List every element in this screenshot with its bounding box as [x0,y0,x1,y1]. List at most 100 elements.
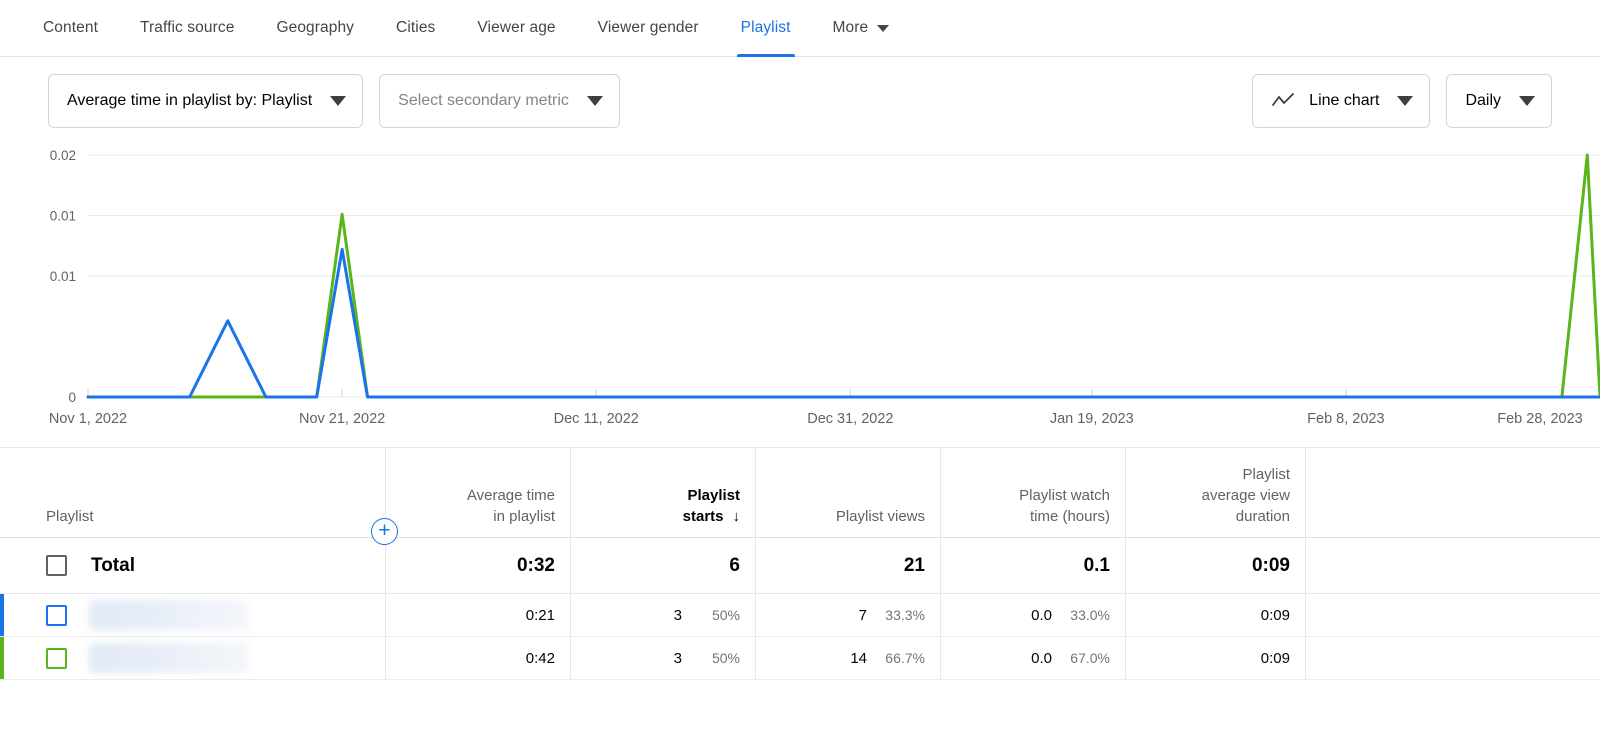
interval-dropdown[interactable]: Daily [1446,74,1552,128]
tab-label: Traffic source [140,19,234,37]
value: 6 [729,555,740,577]
percent: 33.3% [867,607,925,623]
chevron-down-icon [587,96,603,106]
row-watch-time: 0.0 33.0% [940,594,1125,636]
percent: 33.0% [1052,607,1110,623]
percent: 66.7% [867,650,925,666]
line-chart-icon [1271,92,1295,110]
row-watch-time: 0.0 67.0% [940,637,1125,679]
total-average-time: 0:32 [385,538,570,593]
tab-label: Geography [276,19,354,37]
tab-content[interactable]: Content [22,0,119,56]
row-color-bar [0,594,4,636]
row-checkbox[interactable] [46,605,67,626]
total-name-cell: Total [0,538,385,593]
y-axis-tick: 0 [68,390,76,405]
x-axis-tick: Dec 31, 2022 [807,411,893,427]
chart-svg: 0.02 0.01 0.01 0 Nov 1, 2022 Nov 21, 2022 Dec … [0,145,1600,447]
tab-label: Cities [396,19,435,37]
header-cell-empty [1305,448,1600,537]
x-axis-tick: Jan 19, 2023 [1050,411,1134,427]
percent: 67.0% [1052,650,1110,666]
tab-geography[interactable]: Geography [255,0,375,56]
chevron-down-icon [877,25,889,32]
total-empty-cell [1305,538,1600,593]
value: 0.0 [1031,607,1052,624]
table-row[interactable]: 0:21 3 50% 7 33.3% 0.0 33.0% 0:09 [0,594,1600,637]
x-axis-tick: Dec 11, 2022 [554,411,639,427]
header-cell-playlist-views[interactable]: Playlist views [755,448,940,537]
analytics-line-chart[interactable]: 0.02 0.01 0.01 0 Nov 1, 2022 Nov 21, 2022 Dec … [0,145,1600,447]
header-cell-avg-view-duration[interactable]: Playlist average view duration [1125,448,1305,537]
total-checkbox[interactable] [46,555,67,576]
chevron-down-icon [330,96,346,106]
header-label-line2: average view [1202,485,1290,506]
y-axis-tick: 0.02 [50,148,76,163]
tab-playlist[interactable]: Playlist [720,0,812,56]
tab-more[interactable]: More [812,0,911,56]
tab-label: Viewer age [477,19,555,37]
chevron-down-icon [1519,96,1535,106]
value: 14 [850,650,867,667]
tab-viewer-gender[interactable]: Viewer gender [577,0,720,56]
value: 7 [859,607,867,624]
total-label: Total [91,555,135,577]
table-header-row: Playlist Average time in playlist Playli… [0,448,1600,538]
tab-traffic-source[interactable]: Traffic source [119,0,255,56]
row-checkbox[interactable] [46,648,67,669]
secondary-metric-dropdown[interactable]: Select secondary metric [379,74,620,128]
header-label-line2: in playlist [467,506,555,527]
analytics-tab-bar: Content Traffic source Geography Cities … [0,0,1600,57]
tab-cities[interactable]: Cities [375,0,456,56]
x-axis-tick: Feb 28, 2023 [1497,411,1582,427]
header-cell-playlist-starts[interactable]: Playlist starts↓ [570,448,755,537]
chart-series-playlist-blue [88,249,1600,397]
interval-label: Daily [1465,92,1501,110]
row-average-time: 0:42 [385,637,570,679]
header-label-line1: Playlist [683,485,740,506]
header-label-line2: time (hours) [1019,506,1110,527]
row-color-bar [0,637,4,679]
playlist-table: + Playlist Average time in playlist Play… [0,447,1600,680]
row-name-cell [0,594,385,636]
header-cell-watch-time[interactable]: Playlist watch time (hours) [940,448,1125,537]
header-label-line3: duration [1202,506,1290,527]
total-watch-time: 0.1 [940,538,1125,593]
header-label-line1: Average time [467,485,555,506]
percent: 50% [682,650,740,666]
total-playlist-views: 21 [755,538,940,593]
header-label: Playlist views [836,506,925,527]
primary-metric-dropdown[interactable]: Average time in playlist by: Playlist [48,74,363,128]
x-axis-tick: Nov 21, 2022 [299,411,385,427]
row-empty-cell [1305,594,1600,636]
header-cell-average-time[interactable]: Average time in playlist [385,448,570,537]
tab-label: More [833,19,869,37]
playlist-name-redacted [89,600,249,630]
percent: 50% [682,607,740,623]
chart-type-label: Line chart [1309,92,1379,110]
add-column-icon[interactable]: + [371,518,398,545]
value: 3 [674,607,682,624]
x-axis-tick: Nov 1, 2022 [49,411,127,427]
chevron-down-icon [1397,96,1413,106]
y-axis-tick: 0.01 [50,209,76,224]
playlist-name-redacted [89,643,249,673]
value: 0.0 [1031,650,1052,667]
row-empty-cell [1305,637,1600,679]
chart-type-dropdown[interactable]: Line chart [1252,74,1430,128]
tab-viewer-age[interactable]: Viewer age [456,0,576,56]
table-row[interactable]: 0:42 3 50% 14 66.7% 0.0 67.0% 0:09 [0,637,1600,680]
row-playlist-starts: 3 50% [570,594,755,636]
row-playlist-views: 7 33.3% [755,594,940,636]
row-name-cell [0,637,385,679]
y-axis-tick: 0.01 [50,269,76,284]
row-avg-view-duration: 0:09 [1125,637,1305,679]
total-playlist-starts: 6 [570,538,755,593]
header-label: Playlist [46,506,94,527]
header-label-line1: Playlist [1202,464,1290,485]
header-cell-playlist[interactable]: Playlist [0,448,385,537]
tab-label: Content [43,19,98,37]
row-playlist-starts: 3 50% [570,637,755,679]
tab-label: Viewer gender [598,19,699,37]
row-playlist-views: 14 66.7% [755,637,940,679]
